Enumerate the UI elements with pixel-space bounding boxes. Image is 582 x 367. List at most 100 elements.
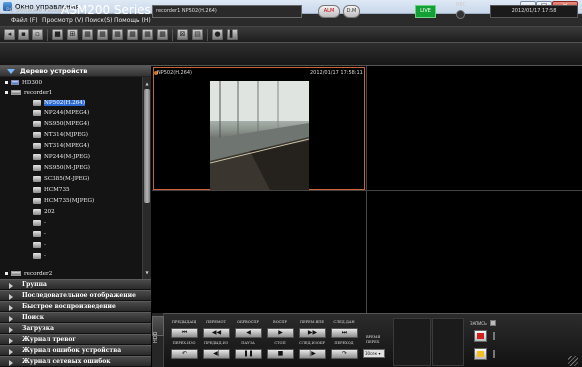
tile-camera-name: NP502(H.264) (157, 70, 193, 76)
camera-icon (33, 153, 41, 160)
camera-icon (33, 175, 41, 182)
prev-data-button[interactable]: ⏮ (171, 328, 198, 338)
toolbar-print-icon[interactable]: ▫ (32, 29, 43, 40)
ctrl-label: ПАУЗА (241, 341, 255, 345)
layout-16-icon[interactable]: ▦ (157, 29, 168, 40)
app-window: Окно управления – □ ✕ Файл (F) Просмотр … (0, 0, 582, 367)
ctrl-label: ПРЕДЫДАЩ (171, 320, 197, 324)
expander-icon[interactable] (5, 81, 8, 84)
tree-item[interactable]: SC385(M-JPEG) (33, 174, 142, 184)
camera-icon (33, 120, 41, 127)
camera-icon (33, 109, 41, 116)
tree-item[interactable]: NP244(M-JPEG) (33, 152, 142, 162)
jump-time-label: ВРЕМЯ ПЕРЕХ (366, 335, 381, 344)
play-button[interactable]: ▶ (267, 328, 294, 338)
layout-9-icon[interactable]: ▦ (112, 29, 123, 40)
rewind-button[interactable]: ◀◀ (203, 328, 230, 338)
expander-icon[interactable] (5, 272, 8, 275)
ctrl-label: ПРЕДЫД.ИЗ (203, 341, 229, 345)
tree-item[interactable]: NS950(MPEG4) (33, 119, 142, 129)
section-quick-playback[interactable]: Быстрое воспроизведение (0, 301, 151, 312)
record-stop-icon (477, 351, 484, 357)
series-title: ASM200 Series (61, 3, 151, 17)
section-group[interactable]: Группа (0, 279, 151, 290)
section-search[interactable]: Поиск (0, 312, 151, 323)
stop-button[interactable]: ■ (267, 349, 294, 359)
tree-scrollbar-thumb[interactable] (144, 89, 150, 203)
camera-icon (33, 197, 41, 204)
pause-button[interactable]: ❚❚ (235, 349, 262, 359)
tree-item-selected[interactable]: NP502(H.264) (33, 98, 142, 108)
scroll-up-icon[interactable]: ▲ (144, 80, 150, 87)
tree-item[interactable]: NT314(MPEG4) (33, 141, 142, 151)
tree-item[interactable]: - (33, 218, 142, 228)
tree-item[interactable]: HD300 (5, 78, 142, 88)
tree-item[interactable]: - (33, 240, 142, 250)
tree-item[interactable]: recorder2 (5, 269, 142, 279)
layout-13-icon[interactable]: ▦ (142, 29, 153, 40)
tree-item[interactable]: HCM735 (33, 185, 142, 195)
sequence-icon[interactable]: ⊠ (177, 29, 188, 40)
device-monitor-button[interactable]: D.M (343, 5, 360, 18)
section-download[interactable]: Загрузка (0, 323, 151, 334)
tree-item[interactable]: NS950(M-JPEG) (33, 163, 142, 173)
recorder-icon (11, 271, 21, 276)
ctrl-label: ОБРВОСПР (237, 320, 259, 324)
record-status-bar (493, 350, 495, 358)
ctrl-label: ПЕРЕМОТ (206, 320, 226, 324)
tree-item[interactable]: NT314(MJPEG) (33, 130, 142, 140)
tree-item[interactable]: - (33, 229, 142, 239)
section-device-error-log[interactable]: Журнал ошибок устройства (0, 345, 151, 356)
section-sequence[interactable]: Последовательное отображение (0, 290, 151, 301)
layout-8-icon[interactable]: ▦ (97, 29, 108, 40)
record-icon (477, 333, 484, 339)
camera-select[interactable]: recorder1 NP502(H.264) (152, 5, 302, 18)
jump-forward-button[interactable]: ↷ (331, 349, 358, 359)
clock-display: 2012/01/17 17:58 (490, 5, 578, 18)
collapsed-arrow-icon (9, 316, 13, 322)
toolbar-save-icon[interactable]: ▪ (18, 29, 29, 40)
resize-grip[interactable] (568, 356, 578, 366)
tree-item[interactable]: NP244(MPEG4) (33, 108, 142, 118)
tree-item[interactable]: HCM735(MJPEG) (33, 196, 142, 206)
fast-forward-button[interactable]: ▶▶ (299, 328, 326, 338)
station-scene (209, 81, 310, 190)
grid-icon[interactable]: ▤ (192, 29, 203, 40)
settings-icon[interactable]: ● (212, 29, 223, 40)
collapsed-arrow-icon (9, 327, 13, 333)
layout-10-icon[interactable]: ▦ (127, 29, 138, 40)
section-network-error-log[interactable]: Журнал сетевых ошибок (0, 356, 151, 367)
next-frame-button[interactable]: |▶ (299, 349, 326, 359)
live-video-image (209, 81, 310, 190)
section-alarm-log[interactable]: Журнал тревог (0, 334, 151, 345)
layout-1-icon[interactable]: ■ (52, 29, 63, 40)
scroll-down-icon[interactable]: ▼ (144, 269, 150, 276)
tree-item[interactable]: recorder1 (5, 88, 142, 98)
alarm-button[interactable]: ALM (318, 5, 340, 18)
record-label: ЗАПИСЬ (470, 321, 487, 326)
info-icon[interactable]: ▌ (227, 29, 238, 40)
device-tree-header[interactable]: Дерево устройств (0, 66, 151, 77)
tree-item[interactable]: 202 (33, 207, 142, 217)
tile-timestamp: 2012/01/17 17:58:11 (310, 70, 363, 76)
layout-6-icon[interactable]: ▦ (82, 29, 93, 40)
collapsed-arrow-icon (9, 349, 13, 355)
camera-icon (33, 186, 41, 193)
menu-file[interactable]: Файл (F) (11, 14, 38, 27)
tree-item[interactable]: - (33, 251, 142, 261)
toolbar-back-icon[interactable]: ◂ (4, 29, 15, 40)
jump-back-button[interactable]: ↶ (171, 349, 198, 359)
next-data-button[interactable]: ⏭ (331, 328, 358, 338)
collapsed-arrow-icon (9, 338, 13, 344)
prev-frame-button[interactable]: ◀| (203, 349, 230, 359)
rec-indicator-icon (456, 10, 465, 19)
camera-icon (33, 252, 41, 259)
reverse-play-button[interactable]: ◀ (235, 328, 262, 338)
toolbar-separator (172, 29, 173, 41)
expander-icon[interactable] (5, 91, 8, 94)
collapsed-arrow-icon (9, 360, 13, 366)
jump-duration-select[interactable]: 30сек ▾ (363, 349, 385, 358)
live-badge: LIVE (415, 5, 436, 18)
layout-4-icon[interactable]: ⊞ (67, 29, 78, 40)
camera-icon (33, 131, 41, 138)
